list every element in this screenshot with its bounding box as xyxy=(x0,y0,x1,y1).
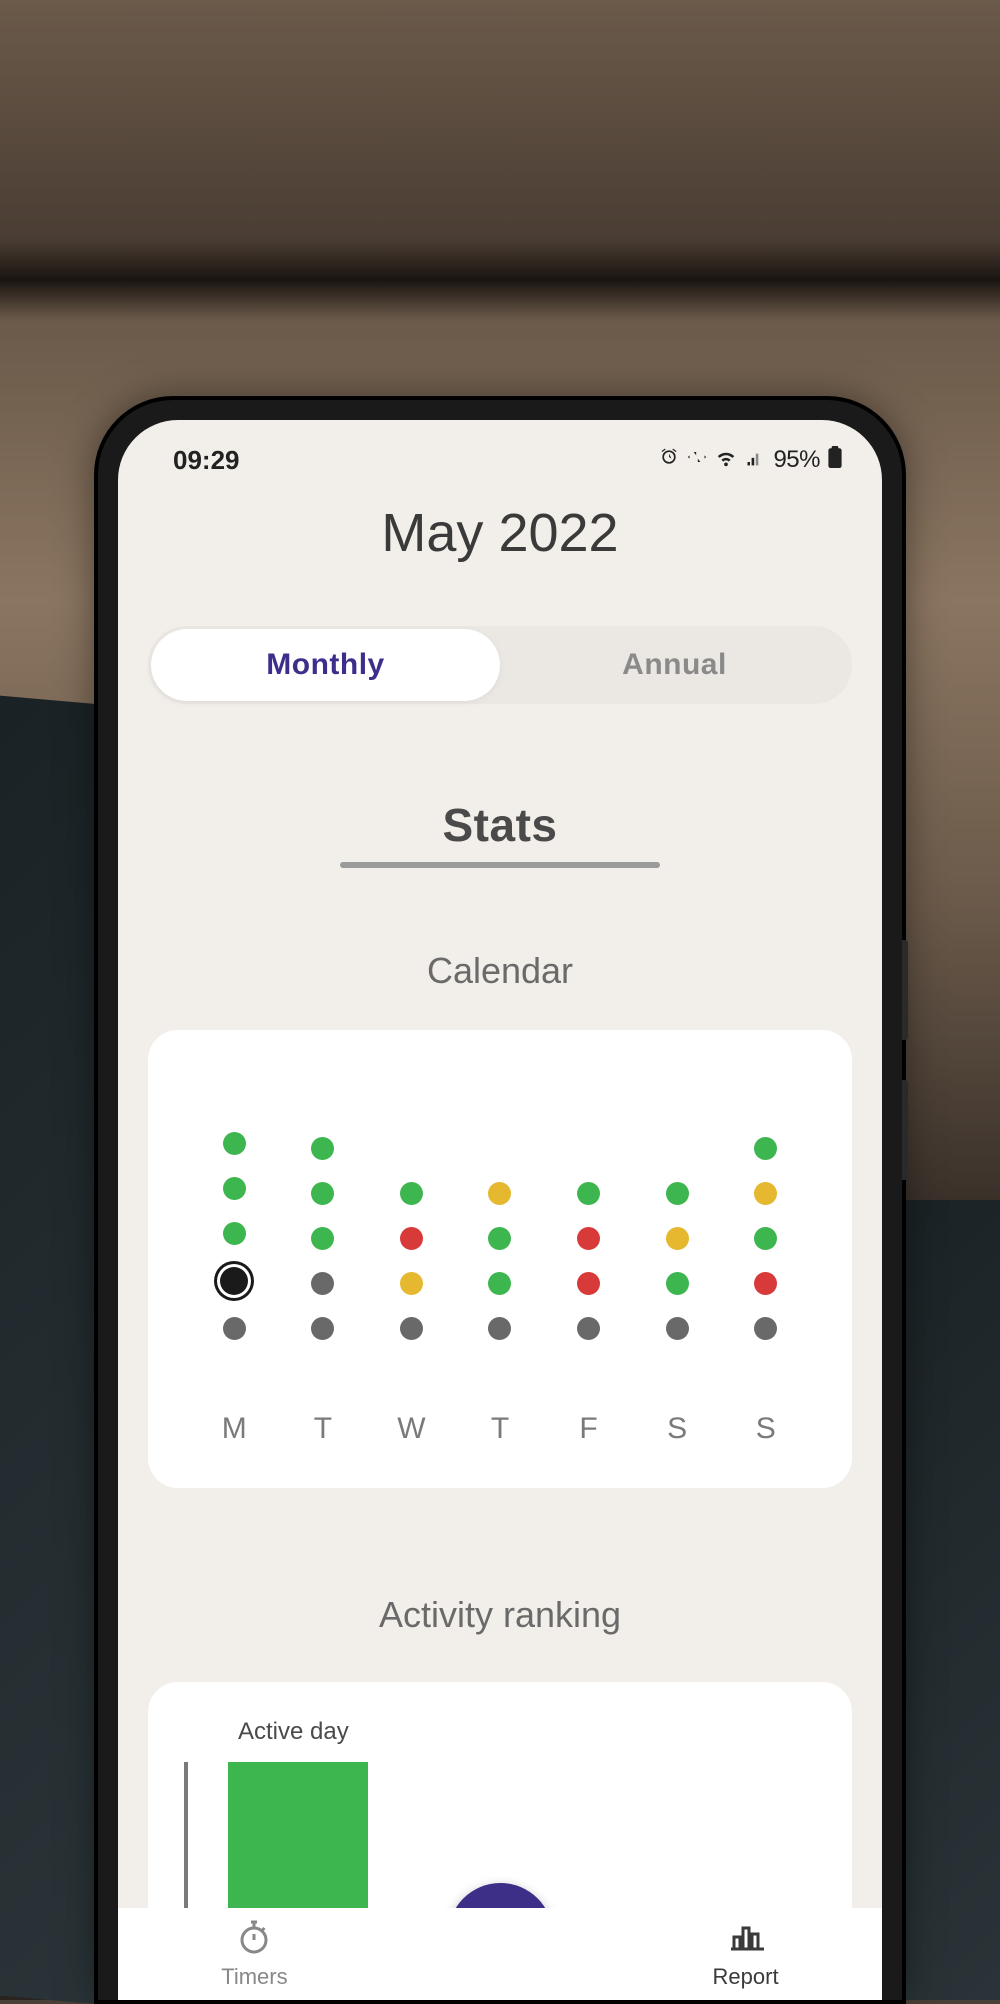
calendar-day-label: M xyxy=(222,1412,247,1446)
calendar-heading: Calendar xyxy=(118,950,882,992)
calendar-dot-red[interactable] xyxy=(400,1227,423,1250)
calendar-dot-grey[interactable] xyxy=(488,1317,511,1340)
tab-monthly[interactable]: Monthly xyxy=(151,629,500,701)
calendar-dot-green[interactable] xyxy=(754,1137,777,1160)
calendar-dot-yellow[interactable] xyxy=(754,1182,777,1205)
phone-side-button xyxy=(902,1080,908,1180)
calendar-dot-grey[interactable] xyxy=(311,1272,334,1295)
status-icons: 95% xyxy=(659,446,842,474)
calendar-dot-grey[interactable] xyxy=(666,1317,689,1340)
calendar-day-label: T xyxy=(491,1412,509,1446)
calendar-dot-green[interactable] xyxy=(223,1222,246,1245)
calendar-dot-empty xyxy=(488,1137,511,1160)
phone-side-button xyxy=(902,940,908,1040)
phone-frame: 09:29 95% May 2022 xyxy=(98,400,902,2000)
calendar-dot-stack xyxy=(311,1080,334,1340)
calendar-dot-green[interactable] xyxy=(223,1177,246,1200)
calendar-dot-empty xyxy=(577,1137,600,1160)
calendar-dot-green[interactable] xyxy=(488,1227,511,1250)
nav-timers-label: Timers xyxy=(221,1964,287,1990)
calendar-dot-green[interactable] xyxy=(311,1137,334,1160)
status-bar: 09:29 95% xyxy=(118,420,882,478)
calendar-dot-green[interactable] xyxy=(488,1272,511,1295)
calendar-dot-green[interactable] xyxy=(311,1182,334,1205)
page-title: May 2022 xyxy=(118,478,882,572)
calendar-dot-ring[interactable] xyxy=(220,1267,248,1295)
calendar-dot-stack xyxy=(666,1080,689,1340)
phone-screen: 09:29 95% May 2022 xyxy=(118,420,882,2000)
calendar-column: W xyxy=(367,1080,456,1446)
calendar-column: M xyxy=(190,1080,279,1446)
calendar-dot-green[interactable] xyxy=(223,1132,246,1155)
calendar-dot-grey[interactable] xyxy=(223,1317,246,1340)
calendar-column: S xyxy=(721,1080,810,1446)
calendar-dot-green[interactable] xyxy=(666,1182,689,1205)
calendar-dot-stack xyxy=(400,1080,423,1340)
calendar-dot-empty xyxy=(400,1137,423,1160)
calendar-dot-grey[interactable] xyxy=(754,1317,777,1340)
calendar-column: F xyxy=(544,1080,633,1446)
calendar-day-label: S xyxy=(667,1412,687,1446)
calendar-dot-grey[interactable] xyxy=(577,1317,600,1340)
tab-annual[interactable]: Annual xyxy=(500,629,849,701)
stopwatch-icon xyxy=(236,1919,272,1960)
calendar-dot-grey[interactable] xyxy=(400,1317,423,1340)
active-day-label: Active day xyxy=(238,1718,810,1746)
calendar-day-label: S xyxy=(756,1412,776,1446)
calendar-dot-yellow[interactable] xyxy=(666,1227,689,1250)
calendar-dot-stack xyxy=(488,1080,511,1340)
calendar-dot-stack xyxy=(754,1080,777,1340)
status-time: 09:29 xyxy=(173,445,240,476)
calendar-dot-yellow[interactable] xyxy=(400,1272,423,1295)
calendar-dot-green[interactable] xyxy=(577,1182,600,1205)
background-overlay-left xyxy=(0,696,100,2004)
period-tabs: Monthly Annual xyxy=(148,626,852,704)
calendar-day-label: F xyxy=(579,1412,597,1446)
calendar-dot-empty xyxy=(666,1137,689,1160)
calendar-dot-grey[interactable] xyxy=(311,1317,334,1340)
battery-percentage: 95% xyxy=(773,446,820,474)
nav-report-label: Report xyxy=(713,1964,779,1990)
calendar-day-label: W xyxy=(397,1412,425,1446)
stats-heading: Stats xyxy=(118,798,882,852)
calendar-dot-red[interactable] xyxy=(577,1227,600,1250)
calendar-dot-stack xyxy=(220,1080,248,1340)
calendar-dot-green[interactable] xyxy=(754,1227,777,1250)
calendar-dot-red[interactable] xyxy=(754,1272,777,1295)
nav-timers[interactable]: Timers xyxy=(118,1908,391,2000)
bottom-nav: Timers Report xyxy=(118,1908,882,2000)
calendar-dot-yellow[interactable] xyxy=(488,1182,511,1205)
nav-report[interactable]: Report xyxy=(609,1908,882,2000)
signal-icon xyxy=(745,447,765,473)
nav-spacer xyxy=(391,1908,609,2000)
calendar-dot-stack xyxy=(577,1080,600,1340)
calendar-dot-green[interactable] xyxy=(666,1272,689,1295)
activity-ranking-heading: Activity ranking xyxy=(118,1594,882,1636)
chart-icon xyxy=(728,1919,764,1960)
calendar-card: MTWTFSS xyxy=(148,1030,852,1488)
vibrate-icon xyxy=(687,447,707,473)
calendar-day-label: T xyxy=(314,1412,332,1446)
calendar-column: T xyxy=(279,1080,368,1446)
calendar-column: T xyxy=(456,1080,545,1446)
calendar-column: S xyxy=(633,1080,722,1446)
calendar-dot-green[interactable] xyxy=(311,1227,334,1250)
battery-icon xyxy=(828,446,842,474)
stats-underline xyxy=(340,862,660,868)
alarm-icon xyxy=(659,447,679,473)
calendar-grid: MTWTFSS xyxy=(190,1080,810,1446)
calendar-dot-green[interactable] xyxy=(400,1182,423,1205)
wifi-icon xyxy=(715,446,737,474)
calendar-dot-red[interactable] xyxy=(577,1272,600,1295)
